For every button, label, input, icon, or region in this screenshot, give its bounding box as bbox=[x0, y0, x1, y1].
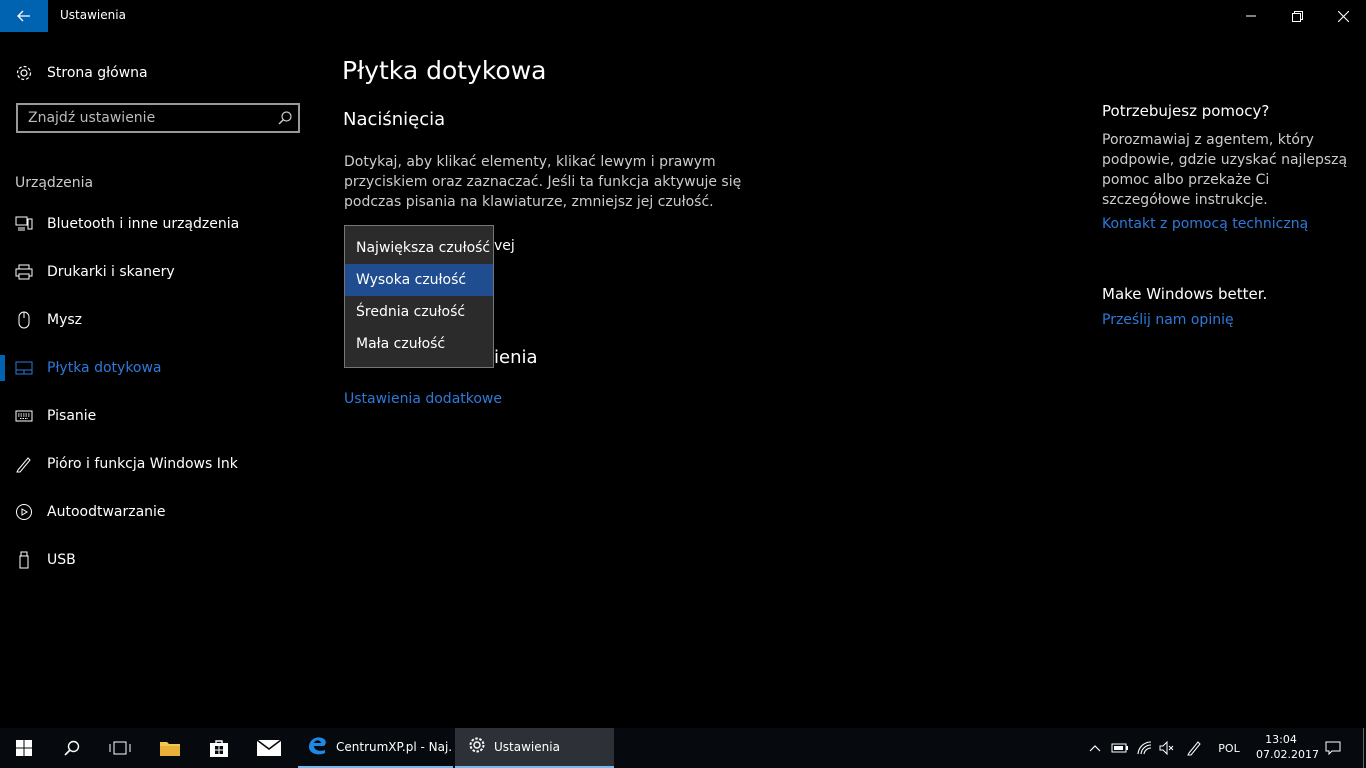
sidebar-item-label: Bluetooth i inne urządzenia bbox=[47, 216, 240, 232]
help-title: Potrzebujesz pomocy? bbox=[1102, 102, 1270, 120]
volume-muted-icon bbox=[1159, 741, 1174, 755]
gear-icon bbox=[16, 65, 32, 81]
autoplay-icon bbox=[15, 503, 33, 521]
search-box[interactable] bbox=[16, 103, 300, 133]
sidebar-item-label: Drukarki i skanery bbox=[47, 264, 175, 280]
keyboard-icon bbox=[15, 407, 33, 425]
sidebar-nav: Bluetooth i inne urządzenia Drukarki i s… bbox=[0, 200, 330, 584]
taskbar-app-label: CentrumXP.pl - Naj... bbox=[336, 740, 453, 754]
mail-icon bbox=[257, 740, 281, 756]
task-view-icon bbox=[109, 741, 131, 755]
feedback-link[interactable]: Prześlij nam opinię bbox=[1102, 312, 1234, 328]
sidebar-item-autoplay[interactable]: Autoodtwarzanie bbox=[0, 488, 330, 536]
dropdown-option-low[interactable]: Mała czułość bbox=[345, 328, 493, 360]
sidebar-item-bluetooth[interactable]: Bluetooth i inne urządzenia bbox=[0, 200, 330, 248]
sidebar-item-touchpad[interactable]: Płytka dotykowa bbox=[0, 344, 330, 392]
search-icon[interactable] bbox=[278, 111, 292, 125]
edge-icon bbox=[306, 734, 328, 760]
help-text: Porozmawiaj z agentem, który podpowie, g… bbox=[1102, 132, 1348, 208]
windows-logo-icon bbox=[16, 740, 32, 756]
printer-icon bbox=[15, 263, 33, 281]
sidebar-item-printers[interactable]: Drukarki i skanery bbox=[0, 248, 330, 296]
sidebar-item-label: Płytka dotykowa bbox=[47, 360, 162, 376]
input-language-button[interactable]: POL bbox=[1212, 728, 1246, 768]
mail-button[interactable] bbox=[245, 728, 293, 768]
sensitivity-label-partial: vej bbox=[494, 238, 515, 254]
taskbar-app-edge[interactable]: CentrumXP.pl - Naj... bbox=[298, 728, 453, 768]
battery-icon bbox=[1111, 743, 1128, 753]
volume-button[interactable] bbox=[1155, 728, 1179, 768]
taskbar-app-label: Ustawienia bbox=[494, 740, 560, 754]
sidebar-item-usb[interactable]: USB bbox=[0, 536, 330, 584]
section-title-taps: Naciśnięcia bbox=[343, 109, 446, 130]
home-link[interactable]: Strona główna bbox=[15, 60, 148, 86]
sidebar-item-pen[interactable]: Pióro i funkcja Windows Ink bbox=[0, 440, 330, 488]
sensitivity-dropdown-list[interactable]: Największa czułość Wysoka czułość Średni… bbox=[344, 225, 494, 368]
back-arrow-icon bbox=[17, 10, 30, 22]
minimize-button[interactable] bbox=[1228, 0, 1274, 32]
show-desktop-button[interactable] bbox=[1360, 728, 1366, 768]
settings-gear-icon bbox=[468, 736, 486, 758]
store-button[interactable] bbox=[195, 728, 243, 768]
show-desktop-divider bbox=[1362, 728, 1364, 768]
title-bar: Ustawienia bbox=[0, 0, 1366, 32]
show-hidden-icons-button[interactable] bbox=[1084, 728, 1106, 768]
file-explorer-button[interactable] bbox=[146, 728, 194, 768]
network-button[interactable] bbox=[1133, 728, 1157, 768]
sidebar-item-label: Pióro i funkcja Windows Ink bbox=[47, 456, 238, 472]
sidebar-item-mouse[interactable]: Mysz bbox=[0, 296, 330, 344]
feedback-title: Make Windows better. bbox=[1102, 285, 1268, 303]
bluetooth-devices-icon bbox=[15, 215, 33, 233]
restore-button[interactable] bbox=[1274, 0, 1320, 32]
dropdown-option-high[interactable]: Wysoka czułość bbox=[345, 264, 493, 296]
search-icon bbox=[64, 740, 80, 756]
additional-settings-link[interactable]: Ustawienia dodatkowe bbox=[344, 391, 502, 407]
window-title: Ustawienia bbox=[60, 8, 126, 22]
sidebar-item-label: USB bbox=[47, 552, 76, 568]
clock-time: 13:04 bbox=[1265, 733, 1297, 746]
minimize-icon bbox=[1246, 15, 1256, 17]
home-label: Strona główna bbox=[47, 65, 148, 81]
search-button[interactable] bbox=[48, 728, 96, 768]
task-view-button[interactable] bbox=[96, 728, 144, 768]
windows-ink-button[interactable] bbox=[1182, 728, 1206, 768]
taskbar: CentrumXP.pl - Naj... Ustawienia POL 13:… bbox=[0, 728, 1366, 768]
wifi-icon bbox=[1137, 741, 1152, 755]
sidebar-item-label: Autoodtwarzanie bbox=[47, 504, 166, 520]
usb-icon bbox=[15, 551, 33, 569]
start-button[interactable] bbox=[0, 728, 48, 768]
restore-icon bbox=[1291, 10, 1303, 22]
close-icon bbox=[1337, 10, 1349, 22]
support-contact-link[interactable]: Kontakt z pomocą techniczną bbox=[1102, 216, 1308, 232]
mouse-icon bbox=[15, 311, 33, 329]
category-label: Urządzenia bbox=[15, 175, 94, 191]
battery-button[interactable] bbox=[1108, 728, 1132, 768]
dropdown-option-highest[interactable]: Największa czułość bbox=[345, 232, 493, 264]
chevron-up-icon bbox=[1089, 745, 1101, 752]
clock-date: 07.02.2017 bbox=[1256, 748, 1319, 761]
store-bag-icon bbox=[210, 740, 228, 757]
dropdown-option-medium[interactable]: Średnia czułość bbox=[345, 296, 493, 328]
touchpad-icon bbox=[15, 359, 33, 377]
sidebar-item-label: Mysz bbox=[47, 312, 83, 328]
page-title: Płytka dotykowa bbox=[342, 56, 547, 85]
sidebar-item-label: Pisanie bbox=[47, 408, 97, 424]
pen-icon bbox=[1187, 741, 1201, 756]
taskbar-app-settings[interactable]: Ustawienia bbox=[455, 728, 614, 768]
search-input[interactable] bbox=[18, 109, 270, 127]
pen-icon bbox=[15, 455, 33, 473]
close-button[interactable] bbox=[1320, 0, 1366, 32]
sidebar-item-typing[interactable]: Pisanie bbox=[0, 392, 330, 440]
notification-icon bbox=[1325, 741, 1341, 755]
back-button[interactable] bbox=[0, 0, 48, 32]
action-center-button[interactable] bbox=[1320, 728, 1346, 768]
taps-description: Dotykaj, aby klikać elementy, klikać lew… bbox=[344, 154, 742, 210]
section-title-partial: ienia bbox=[494, 347, 538, 368]
folder-icon bbox=[160, 742, 180, 756]
clock[interactable]: 13:04 07.02.2017 bbox=[1256, 732, 1319, 762]
